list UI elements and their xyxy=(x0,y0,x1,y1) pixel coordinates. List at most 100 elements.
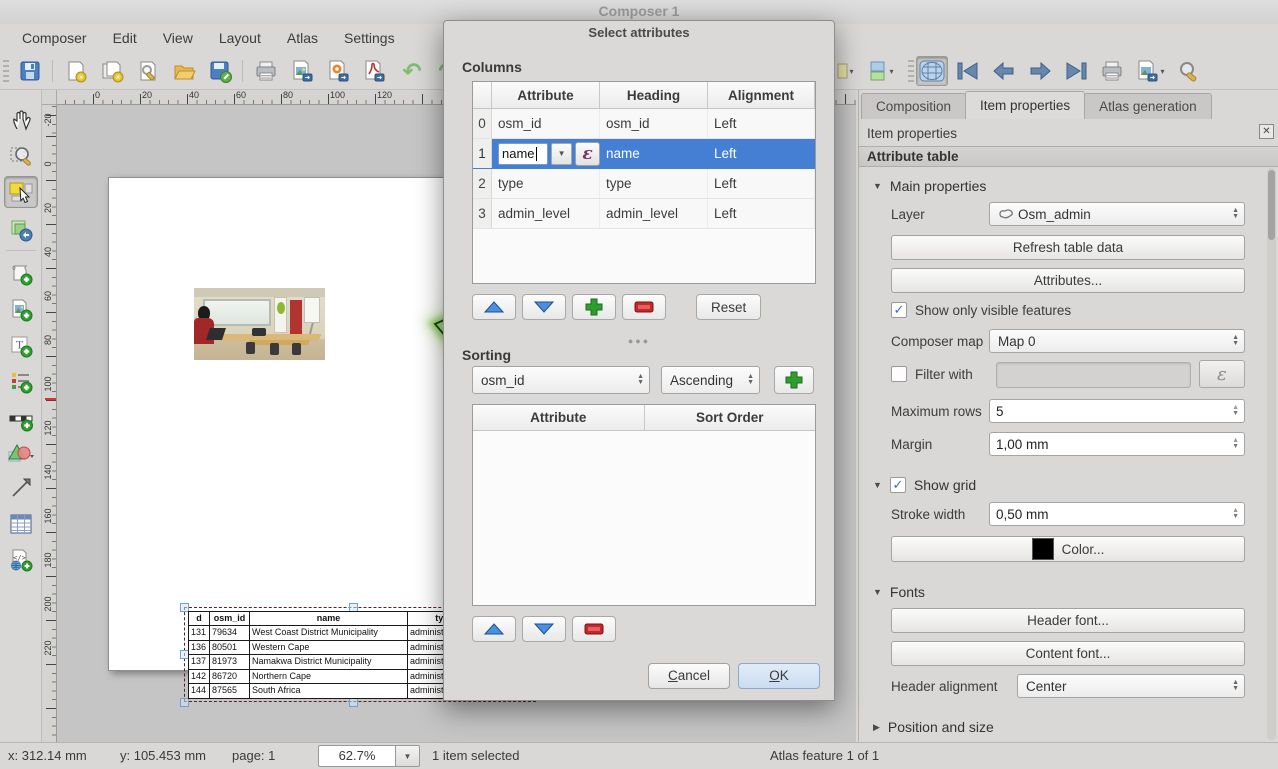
open-icon[interactable] xyxy=(168,56,200,86)
add-sort-button[interactable] xyxy=(774,366,814,394)
menu-view[interactable]: View xyxy=(153,26,203,50)
toolbar-grip[interactable] xyxy=(908,60,914,82)
add-shape-icon[interactable] xyxy=(4,438,38,470)
menu-edit[interactable]: Edit xyxy=(103,26,147,50)
tab-composition[interactable]: Composition xyxy=(861,93,966,119)
show-grid-checkbox[interactable]: ✓ xyxy=(890,477,906,493)
new-composition-icon[interactable]: ✳ xyxy=(60,56,92,86)
zoom-dropdown-icon[interactable]: ▼ xyxy=(396,745,420,767)
columns-row-selected[interactable]: 1 name ▼ ε name Left xyxy=(473,139,815,169)
add-scalebar-icon[interactable] xyxy=(4,404,38,436)
header-attribute[interactable]: Attribute xyxy=(492,82,600,108)
select-move-item-icon[interactable] xyxy=(4,176,38,208)
sorting-order-combobox[interactable]: Ascending ▲▼ xyxy=(661,366,760,394)
selection-handle[interactable] xyxy=(180,698,189,707)
remove-column-button[interactable] xyxy=(622,294,666,320)
add-column-button[interactable] xyxy=(572,294,616,320)
selection-handle[interactable] xyxy=(349,698,358,707)
filter-with-checkbox[interactable]: ✓ xyxy=(891,366,907,382)
save-icon[interactable] xyxy=(14,56,46,86)
undo-icon[interactable]: ↶ xyxy=(396,56,428,86)
zoom-level-input[interactable]: 62.7% xyxy=(318,745,396,767)
add-arrow-icon[interactable] xyxy=(4,472,38,504)
splitter-handle[interactable]: ●●● xyxy=(628,336,650,346)
zoom-icon[interactable] xyxy=(4,140,38,172)
export-svg-icon[interactable]: ➜ xyxy=(322,56,354,86)
sort-move-down-button[interactable] xyxy=(522,616,566,642)
tab-item-properties[interactable]: Item properties xyxy=(965,91,1085,119)
expression-builder-icon[interactable]: ε xyxy=(575,142,600,166)
atlas-settings-icon[interactable] xyxy=(1172,56,1204,86)
ok-button[interactable]: OK xyxy=(738,663,820,689)
classroom-photo-item[interactable] xyxy=(194,288,325,360)
header-alignment-combobox[interactable]: Center ▲▼ xyxy=(1017,674,1245,698)
sorting-table[interactable]: Attribute Sort Order xyxy=(472,404,816,606)
remove-sort-button[interactable] xyxy=(572,616,616,642)
scrollbar-thumb[interactable] xyxy=(1268,170,1275,240)
sort-move-up-button[interactable] xyxy=(472,616,516,642)
group-show-grid[interactable]: ▼ ✓ Show grid xyxy=(873,477,976,493)
move-down-button[interactable] xyxy=(522,294,566,320)
cancel-button[interactable]: Cancel xyxy=(648,663,730,689)
duplicate-composition-icon[interactable]: ✳ xyxy=(96,56,128,86)
menu-settings[interactable]: Settings xyxy=(334,26,405,50)
header-alignment[interactable]: Alignment xyxy=(708,82,815,108)
attribute-edit-input[interactable]: name xyxy=(498,143,548,165)
export-pdf-icon[interactable]: ➜ xyxy=(358,56,390,86)
atlas-last-feature-icon[interactable] xyxy=(1060,56,1092,86)
attributes-button[interactable]: Attributes... xyxy=(891,268,1245,293)
menu-composer[interactable]: Composer xyxy=(12,26,97,50)
v-ruler-label: 200 xyxy=(43,589,53,619)
maximum-rows-spinbox[interactable]: 5 ▲▼ xyxy=(989,399,1245,423)
toolbar-grip[interactable] xyxy=(3,60,9,82)
save-as-icon[interactable] xyxy=(204,56,236,86)
content-font-button[interactable]: Content font... xyxy=(891,641,1245,666)
composer-map-combobox[interactable]: Map 0 ▲▼ xyxy=(989,329,1245,353)
move-item-content-icon[interactable] xyxy=(4,214,38,246)
group-items-icon[interactable]: ▾ xyxy=(862,56,900,86)
atlas-next-feature-icon[interactable] xyxy=(1024,56,1056,86)
menu-atlas[interactable]: Atlas xyxy=(277,26,328,50)
atlas-preview-icon[interactable] xyxy=(916,56,948,86)
columns-table[interactable]: Attribute Heading Alignment 0 osm_id osm… xyxy=(472,81,816,284)
add-image-icon[interactable] xyxy=(4,294,38,326)
columns-row[interactable]: 0 osm_id osm_id Left xyxy=(473,109,815,139)
add-html-icon[interactable]: </> xyxy=(4,544,38,576)
add-attribute-table-icon[interactable] xyxy=(4,508,38,540)
stroke-width-spinbox[interactable]: 0,50 mm ▲▼ xyxy=(989,502,1245,526)
group-position-size[interactable]: ▶ Position and size xyxy=(873,719,994,735)
grid-color-button[interactable]: Color... xyxy=(891,536,1245,562)
tab-atlas-generation[interactable]: Atlas generation xyxy=(1084,93,1212,119)
group-fonts[interactable]: ▼ Fonts xyxy=(873,584,925,600)
panel-scrollbar[interactable] xyxy=(1267,168,1276,740)
atlas-print-icon[interactable] xyxy=(1096,56,1128,86)
menu-layout[interactable]: Layout xyxy=(209,26,271,50)
columns-row[interactable]: 3 admin_level admin_level Left xyxy=(473,199,815,229)
add-legend-icon[interactable] xyxy=(4,366,38,398)
dock-close-icon[interactable]: ✕ xyxy=(1259,124,1274,139)
move-up-button[interactable] xyxy=(472,294,516,320)
layer-combobox[interactable]: Osm_admin ▲▼ xyxy=(989,202,1245,226)
attribute-dropdown-icon[interactable]: ▼ xyxy=(551,143,572,165)
atlas-export-icon[interactable]: ➜▾ xyxy=(1130,56,1170,86)
header-heading[interactable]: Heading xyxy=(600,82,708,108)
margin-spinbox[interactable]: 1,00 mm ▲▼ xyxy=(989,432,1245,456)
refresh-table-data-button[interactable]: Refresh table data xyxy=(891,235,1245,260)
export-image-icon[interactable]: ➜ xyxy=(286,56,318,86)
header-sort-order[interactable]: Sort Order xyxy=(645,405,816,430)
columns-row[interactable]: 2 type type Left xyxy=(473,169,815,199)
header-sort-attribute[interactable]: Attribute xyxy=(473,405,645,430)
reset-button[interactable]: Reset xyxy=(696,294,761,320)
header-font-button[interactable]: Header font... xyxy=(891,608,1245,633)
style-dropdown-icon[interactable]: ▾ xyxy=(832,56,858,86)
show-only-visible-checkbox[interactable]: ✓ xyxy=(891,302,907,318)
print-icon[interactable] xyxy=(250,56,282,86)
pan-icon[interactable] xyxy=(4,104,38,136)
atlas-previous-feature-icon[interactable] xyxy=(988,56,1020,86)
sorting-attribute-combobox[interactable]: osm_id ▲▼ xyxy=(472,366,650,394)
add-label-icon[interactable]: T xyxy=(4,330,38,362)
group-main-properties[interactable]: ▼ Main properties xyxy=(873,178,986,194)
composition-manager-icon[interactable] xyxy=(132,56,164,86)
add-new-map-icon[interactable] xyxy=(4,258,38,290)
atlas-first-feature-icon[interactable] xyxy=(952,56,984,86)
